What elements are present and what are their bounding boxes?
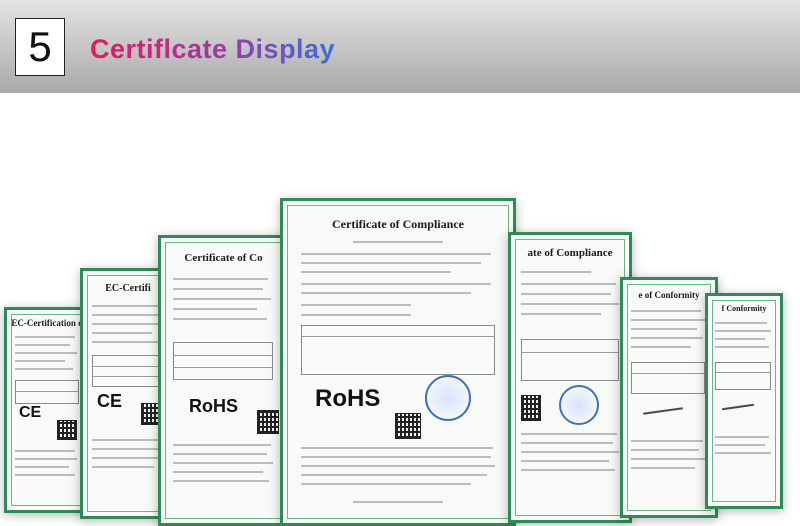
rohs-mark: RoHS: [315, 385, 381, 412]
certificate-title: ate of Compliance: [527, 247, 613, 259]
qr-code: [57, 420, 77, 440]
certificate-title: e of Conformity: [638, 290, 700, 300]
ce-mark: CE: [97, 391, 123, 411]
section-banner: 5 Certiflcate Display: [0, 0, 800, 93]
certificate-of-conformity: e of Conformity: [620, 277, 718, 518]
certificate-rohs-left: Certificate of Co RoHS: [158, 235, 289, 526]
section-title: Certiflcate Display: [90, 34, 336, 64]
certificate-title: f Conformity: [721, 304, 767, 313]
ce-mark: CE: [19, 404, 42, 421]
certification-seal: [559, 385, 599, 425]
certificate-title: Certificate of Co: [184, 252, 263, 264]
certificate-title: EC-Certification o: [11, 318, 83, 328]
certificate-of-compliance-main: Certificate of Compliance RoHS: [280, 198, 516, 526]
certificate-ec-left: EC-Certification o CE: [4, 307, 90, 513]
certificate-title: Certificate of Compliance: [332, 217, 464, 231]
qr-code: [395, 413, 421, 439]
qr-code: [257, 410, 279, 434]
qr-code: [521, 395, 541, 421]
rohs-mark: RoHS: [189, 396, 238, 416]
section-number: 5: [15, 18, 65, 76]
certification-seal: [425, 375, 471, 421]
certificate-of-conformity-far-right: f Conformity: [705, 293, 783, 509]
certificate-of-compliance-right: ate of Compliance: [508, 232, 632, 523]
